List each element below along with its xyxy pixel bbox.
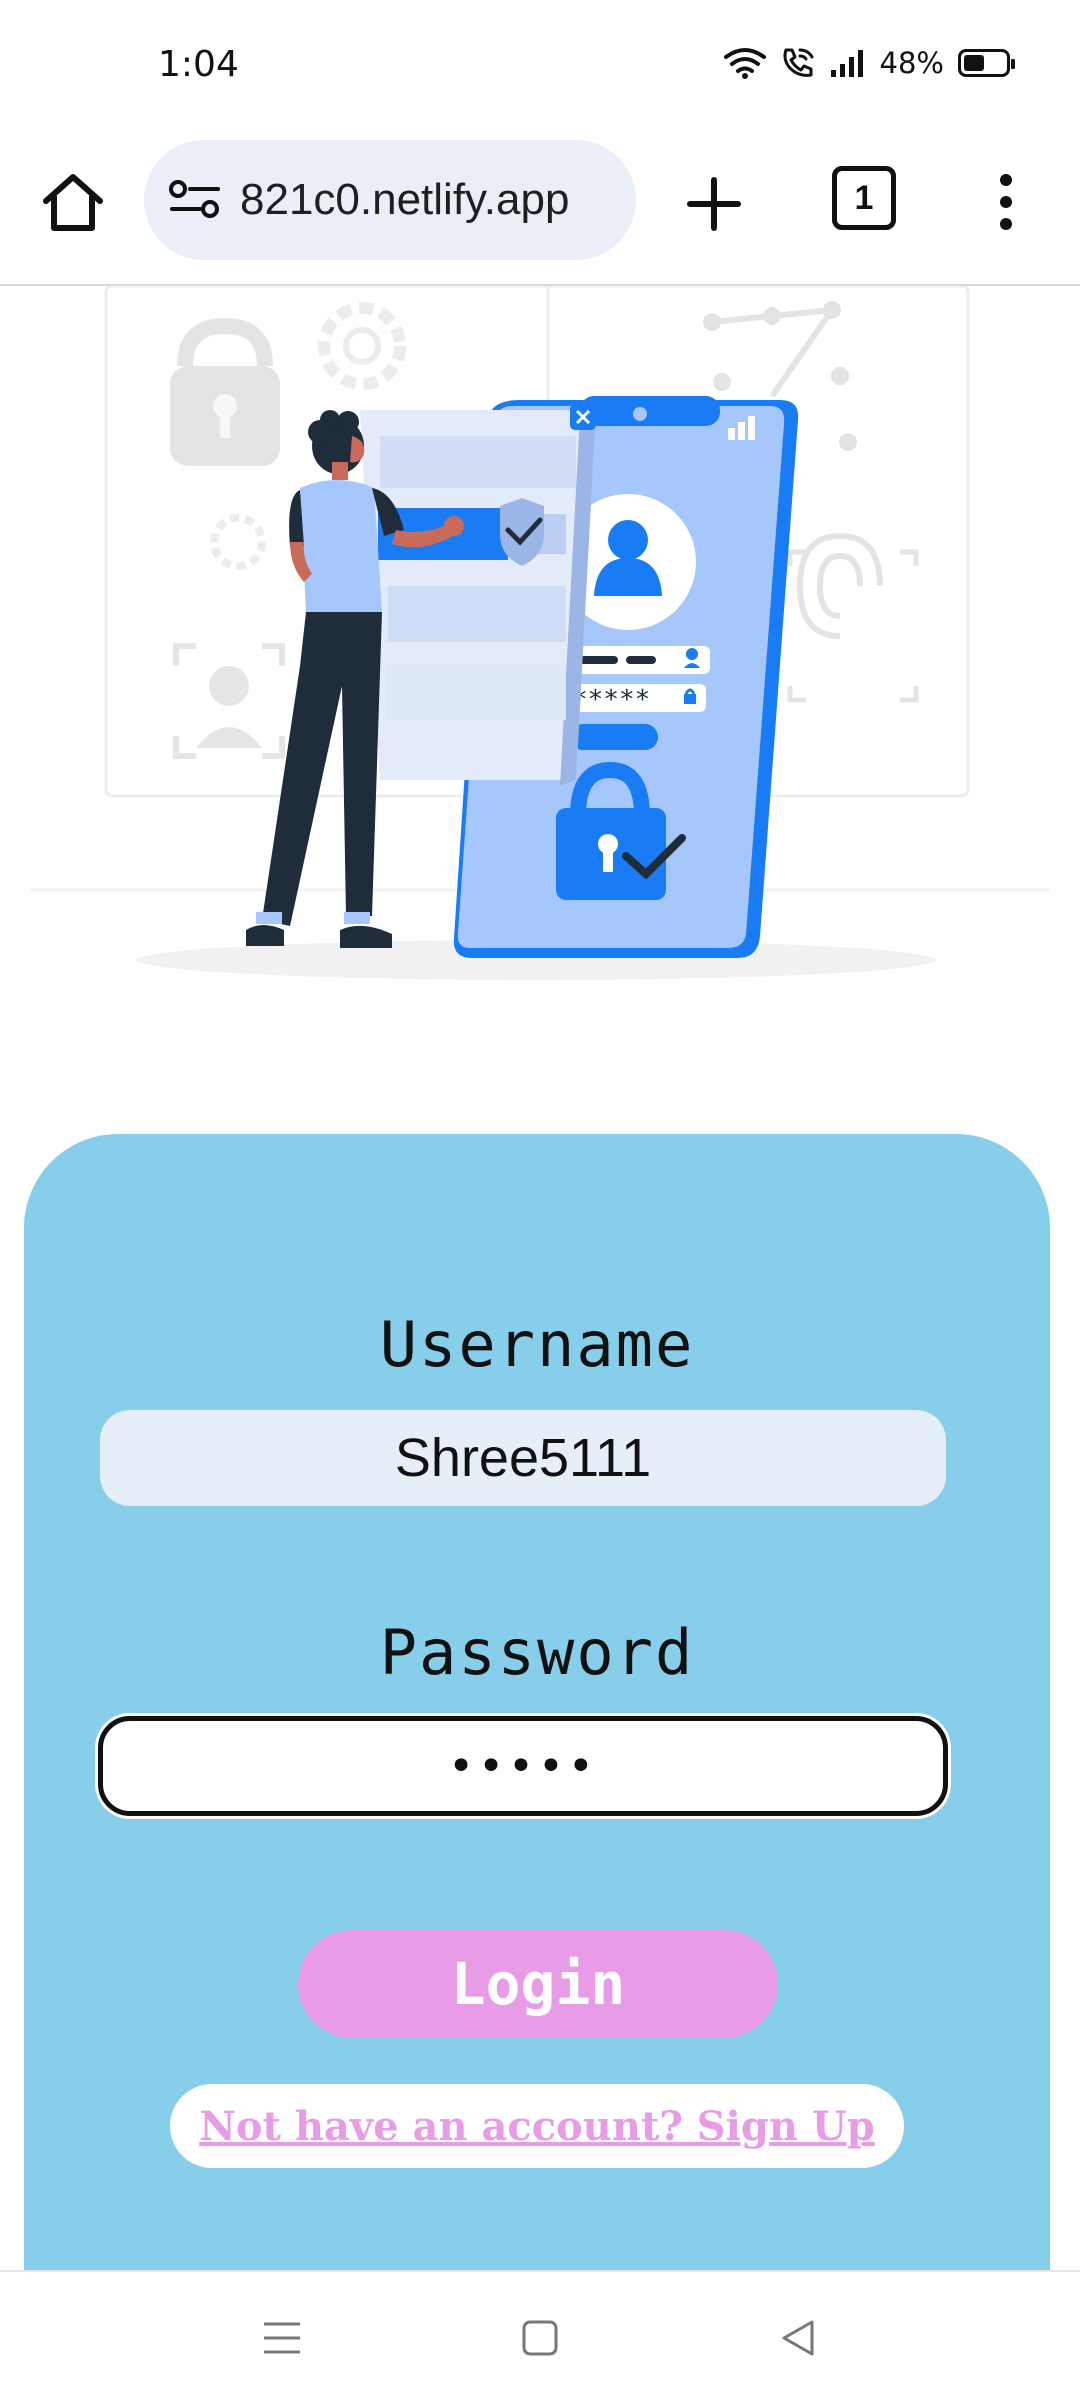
navigation-bar	[0, 2270, 1080, 2402]
username-input[interactable]	[100, 1410, 946, 1506]
browser-toolbar: 821c0.netlify.app 1	[0, 136, 1080, 286]
svg-text:*****: *****	[572, 685, 650, 715]
new-tab-icon[interactable]	[682, 172, 746, 236]
battery-percent: 48%	[879, 46, 944, 80]
login-illustration: *****	[30, 286, 1050, 980]
signup-pill: Not have an account? Sign Up	[170, 2084, 904, 2168]
tab-switcher-icon[interactable]: 1	[832, 166, 896, 230]
password-input[interactable]	[98, 1716, 948, 1816]
login-card: Username Password Login Not have an acco…	[24, 1134, 1050, 2274]
username-label: Username	[379, 1308, 695, 1381]
status-icons: 48%	[723, 46, 1015, 80]
signup-link[interactable]: Not have an account? Sign Up	[199, 2103, 874, 2150]
back-icon[interactable]	[774, 2314, 822, 2362]
signal-icon	[830, 50, 863, 77]
url-bar[interactable]: 821c0.netlify.app	[144, 140, 636, 260]
status-time: 1:04	[158, 44, 239, 85]
home-nav-icon[interactable]	[516, 2314, 564, 2362]
wifi-call-icon	[783, 48, 814, 77]
recent-apps-icon[interactable]	[258, 2314, 306, 2362]
battery-icon	[958, 49, 1015, 77]
status-bar: 1:04 48%	[0, 0, 1080, 136]
tab-count: 1	[854, 178, 874, 217]
wifi-icon	[723, 48, 766, 79]
site-settings-icon[interactable]	[166, 175, 226, 225]
url-text[interactable]: 821c0.netlify.app	[240, 175, 569, 225]
login-button[interactable]: Login	[298, 1930, 778, 2038]
password-label: Password	[379, 1616, 695, 1689]
overflow-menu-icon[interactable]	[986, 170, 1026, 234]
home-icon[interactable]	[38, 168, 108, 238]
